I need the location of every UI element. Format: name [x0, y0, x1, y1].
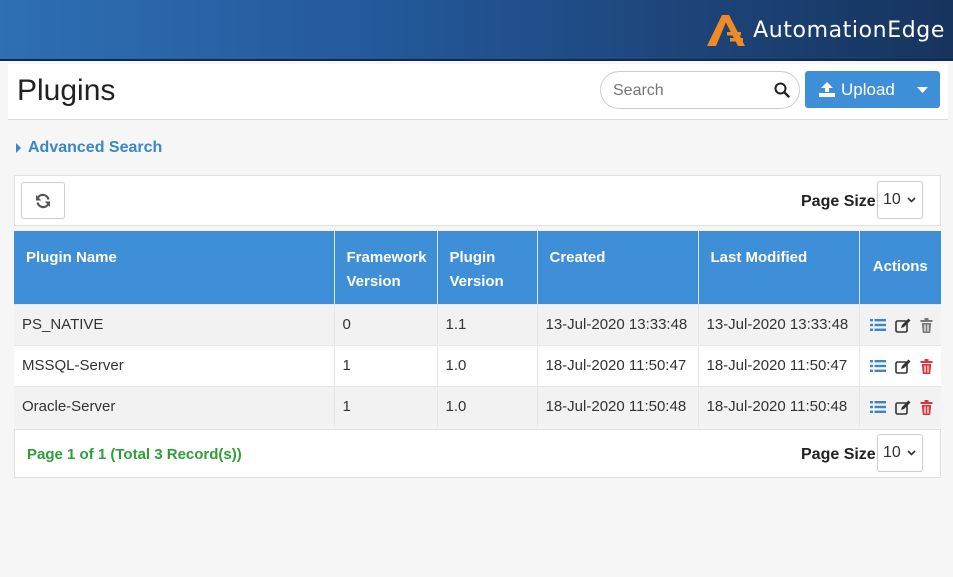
- table-header-row: Plugin Name Framework Version Plugin Ver…: [14, 231, 941, 304]
- cell-framework-version: 1: [334, 344, 438, 386]
- cell-last-modified: 13-Jul-2020 13:33:48: [698, 303, 860, 345]
- edit-icon[interactable]: [894, 359, 911, 374]
- cell-last-modified: 18-Jul-2020 11:50:48: [698, 385, 860, 427]
- cell-framework-version: 1: [334, 385, 438, 427]
- advanced-search-toggle[interactable]: Advanced Search: [16, 139, 162, 157]
- page-size-value: 10: [883, 191, 901, 208]
- page-size-value: 10: [883, 444, 901, 461]
- cell-actions: [859, 303, 941, 345]
- list-icon[interactable]: [869, 359, 886, 373]
- pagination-info: Page 1 of 1 (Total 3 Record(s)): [27, 446, 242, 463]
- caret-down-icon: [917, 86, 928, 93]
- column-header-plugin-version[interactable]: Plugin Version: [437, 231, 538, 304]
- table-row: PS_NATIVE 0 1.1 13-Jul-2020 13:33:48 13-…: [14, 303, 941, 345]
- cell-plugin-version: 1.0: [437, 385, 538, 427]
- column-header-plugin-name[interactable]: Plugin Name: [14, 231, 335, 304]
- advanced-search-label: Advanced Search: [28, 139, 163, 156]
- upload-dropdown-toggle[interactable]: [905, 71, 940, 108]
- cell-plugin-name: PS_NATIVE: [14, 303, 335, 345]
- page-size-select[interactable]: 10: [877, 434, 923, 472]
- trash-icon[interactable]: [920, 358, 933, 374]
- cell-framework-version: 0: [334, 303, 438, 345]
- page-title: Plugins: [17, 74, 116, 107]
- trash-icon[interactable]: [920, 399, 933, 415]
- caret-right-icon: [16, 143, 21, 153]
- plugins-table: Plugin Name Framework Version Plugin Ver…: [14, 231, 941, 427]
- upload-icon: [819, 82, 835, 97]
- cell-actions: [859, 344, 941, 386]
- list-icon[interactable]: [869, 400, 886, 414]
- top-header-bar: AutomationEdge: [0, 0, 953, 61]
- brand-logo[interactable]: AutomationEdge: [705, 6, 945, 54]
- search-icon[interactable]: [774, 82, 790, 98]
- column-header-actions: Actions: [859, 231, 941, 304]
- edit-icon[interactable]: [894, 318, 911, 333]
- trash-icon: [920, 317, 933, 333]
- page-size-label: Page Size: [801, 446, 876, 463]
- upload-button[interactable]: Upload: [805, 71, 905, 108]
- search-box: [600, 71, 800, 109]
- upload-label: Upload: [841, 79, 895, 99]
- cell-plugin-name: MSSQL-Server: [14, 344, 335, 386]
- refresh-button[interactable]: [21, 182, 65, 219]
- grid-toolbar: Page Size 10: [14, 175, 941, 226]
- page-size-select[interactable]: 10: [877, 181, 923, 219]
- table-row: Oracle-Server 1 1.0 18-Jul-2020 11:50:48…: [14, 385, 941, 427]
- brand-name: AutomationEdge: [753, 17, 945, 43]
- cell-plugin-version: 1.1: [437, 303, 538, 345]
- column-header-created[interactable]: Created: [537, 231, 699, 304]
- cell-created: 13-Jul-2020 13:33:48: [537, 303, 699, 345]
- chevron-down-icon: [907, 450, 916, 456]
- refresh-icon: [36, 193, 50, 208]
- automationedge-logo-icon: [707, 15, 746, 46]
- column-header-framework-version[interactable]: Framework Version: [334, 231, 438, 304]
- cell-last-modified: 18-Jul-2020 11:50:47: [698, 344, 860, 386]
- grid-footer: Page 1 of 1 (Total 3 Record(s)) Page Siz…: [14, 429, 941, 478]
- cell-created: 18-Jul-2020 11:50:48: [537, 385, 699, 427]
- chevron-down-icon: [907, 197, 916, 203]
- upload-button-group: Upload: [805, 71, 940, 108]
- edit-icon[interactable]: [894, 400, 911, 415]
- page-size-label: Page Size: [801, 193, 876, 210]
- cell-created: 18-Jul-2020 11:50:47: [537, 344, 699, 386]
- search-input[interactable]: [613, 80, 773, 102]
- cell-actions: [859, 385, 941, 427]
- cell-plugin-version: 1.0: [437, 344, 538, 386]
- table-row: MSSQL-Server 1 1.0 18-Jul-2020 11:50:47 …: [14, 344, 941, 386]
- list-icon[interactable]: [869, 318, 886, 332]
- page-header-panel: Plugins Upload: [8, 64, 948, 120]
- cell-plugin-name: Oracle-Server: [14, 385, 335, 427]
- column-header-last-modified[interactable]: Last Modified: [698, 231, 860, 304]
